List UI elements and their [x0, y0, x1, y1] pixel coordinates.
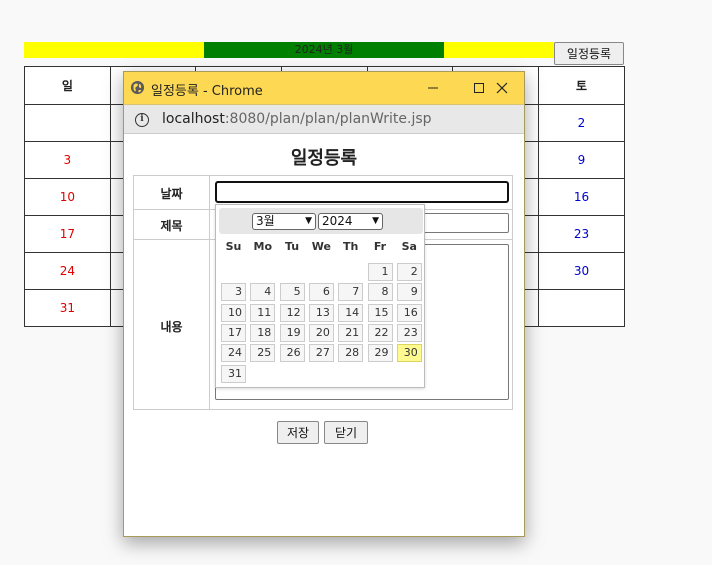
day-cell[interactable]: 17: [24, 215, 111, 253]
datepicker-day[interactable]: 24: [221, 344, 246, 363]
month-select-value: 3월: [256, 214, 275, 228]
content-label: 내용: [160, 320, 183, 334]
datepicker-day[interactable]: 27: [308, 344, 334, 363]
datepicker-day[interactable]: 19: [279, 323, 305, 342]
month-label: 2024년 3월: [204, 42, 444, 58]
date-label: 날짜: [160, 187, 183, 201]
datepicker-day[interactable]: 8: [367, 283, 393, 302]
datepicker-day[interactable]: 3: [221, 283, 246, 302]
datepicker-weekday: Su: [225, 240, 242, 253]
form-title: 일정등록: [290, 148, 358, 169]
save-button[interactable]: 저장: [277, 421, 319, 444]
day-cell[interactable]: [538, 289, 625, 327]
title-label: 제목: [160, 219, 183, 233]
datepicker-header: 3월 ▼ 2024 ▼: [219, 208, 423, 234]
datepicker-weekday: We: [311, 240, 331, 253]
datepicker-day[interactable]: 23: [396, 323, 422, 342]
address-bar[interactable]: i localhost:8080/plan/plan/planWrite.jsp: [124, 104, 524, 134]
datepicker-day[interactable]: 12: [279, 303, 305, 322]
datepicker-weekday: Tu: [285, 240, 300, 253]
datepicker-day[interactable]: 16: [396, 303, 422, 322]
datepicker-day[interactable]: 4: [250, 283, 276, 302]
datepicker-day[interactable]: 29: [367, 344, 393, 363]
weekday-sat: 토: [538, 66, 625, 105]
date-field[interactable]: [215, 181, 509, 203]
datepicker-day[interactable]: 31: [221, 364, 246, 383]
close-window-button[interactable]: [479, 72, 525, 104]
day-cell[interactable]: 9: [538, 141, 625, 179]
day-cell[interactable]: 23: [538, 215, 625, 253]
year-select[interactable]: 2024 ▼: [318, 213, 383, 230]
header-bar-left: [24, 42, 204, 58]
window-titlebar[interactable]: 일정등록 - Chrome: [124, 72, 524, 104]
year-select-value: 2024: [322, 214, 353, 228]
add-schedule-button[interactable]: 일정등록: [554, 42, 624, 65]
datepicker-day[interactable]: 5: [279, 283, 305, 302]
day-cell[interactable]: 2: [538, 104, 625, 142]
day-cell[interactable]: [24, 104, 111, 142]
month-select[interactable]: 3월 ▼: [252, 213, 316, 230]
datepicker-day[interactable]: 7: [338, 283, 364, 302]
url-path: :8080/plan/plan/planWrite.jsp: [224, 111, 432, 127]
datepicker-weekday: Fr: [373, 240, 387, 253]
day-cell[interactable]: 16: [538, 178, 625, 216]
close-button[interactable]: 닫기: [324, 421, 368, 444]
day-cell[interactable]: 30: [538, 252, 625, 290]
datepicker-day[interactable]: 22: [367, 323, 393, 342]
datepicker-day[interactable]: 20: [308, 323, 334, 342]
minimize-icon: [428, 87, 438, 89]
datepicker-day[interactable]: 15: [367, 303, 393, 322]
header-bar-right: [444, 42, 554, 58]
url-text[interactable]: localhost:8080/plan/plan/planWrite.jsp: [162, 111, 432, 127]
datepicker-day[interactable]: 14: [338, 303, 364, 322]
info-icon[interactable]: i: [135, 113, 149, 127]
datepicker-day[interactable]: 1: [367, 263, 393, 281]
datepicker-day[interactable]: 18: [250, 323, 276, 342]
datepicker-weekday: Th: [343, 240, 359, 253]
datepicker-day[interactable]: 28: [338, 344, 364, 363]
datepicker-day[interactable]: 25: [250, 344, 276, 363]
close-icon: [496, 82, 508, 94]
datepicker-day[interactable]: 6: [308, 283, 334, 302]
weekday-sun: 일: [24, 66, 111, 105]
day-cell[interactable]: 10: [24, 178, 111, 216]
globe-icon: [130, 80, 145, 95]
datepicker-day[interactable]: 2: [396, 263, 422, 281]
url-host: localhost: [162, 111, 225, 127]
datepicker-day-today[interactable]: 30: [396, 344, 422, 363]
chevron-down-icon: ▼: [372, 216, 379, 226]
popup-window: 일정등록 - Chrome i localhost:8080/plan/plan…: [123, 71, 525, 537]
day-cell[interactable]: 31: [24, 289, 111, 327]
chevron-down-icon: ▼: [305, 216, 312, 226]
datepicker-weekday: Sa: [401, 240, 417, 253]
datepicker-day[interactable]: 10: [221, 303, 246, 322]
day-cell[interactable]: 3: [24, 141, 111, 179]
datepicker-day[interactable]: 9: [396, 283, 422, 302]
datepicker-day[interactable]: 26: [279, 344, 305, 363]
datepicker-day[interactable]: 11: [250, 303, 276, 322]
column-divider: [209, 176, 210, 409]
datepicker-day[interactable]: 17: [221, 323, 246, 342]
datepicker: 3월 ▼ 2024 ▼ Su Mo Tu We Th Fr Sa 1 2 3 4 5 6 7 8 9 10 11…: [215, 204, 425, 388]
minimize-button[interactable]: [410, 72, 456, 104]
day-cell[interactable]: 24: [24, 252, 111, 290]
window-title: 일정등록 - Chrome: [151, 84, 263, 99]
datepicker-day[interactable]: 13: [308, 303, 334, 322]
datepicker-weekday: Mo: [253, 240, 273, 253]
datepicker-day[interactable]: 21: [338, 323, 364, 342]
